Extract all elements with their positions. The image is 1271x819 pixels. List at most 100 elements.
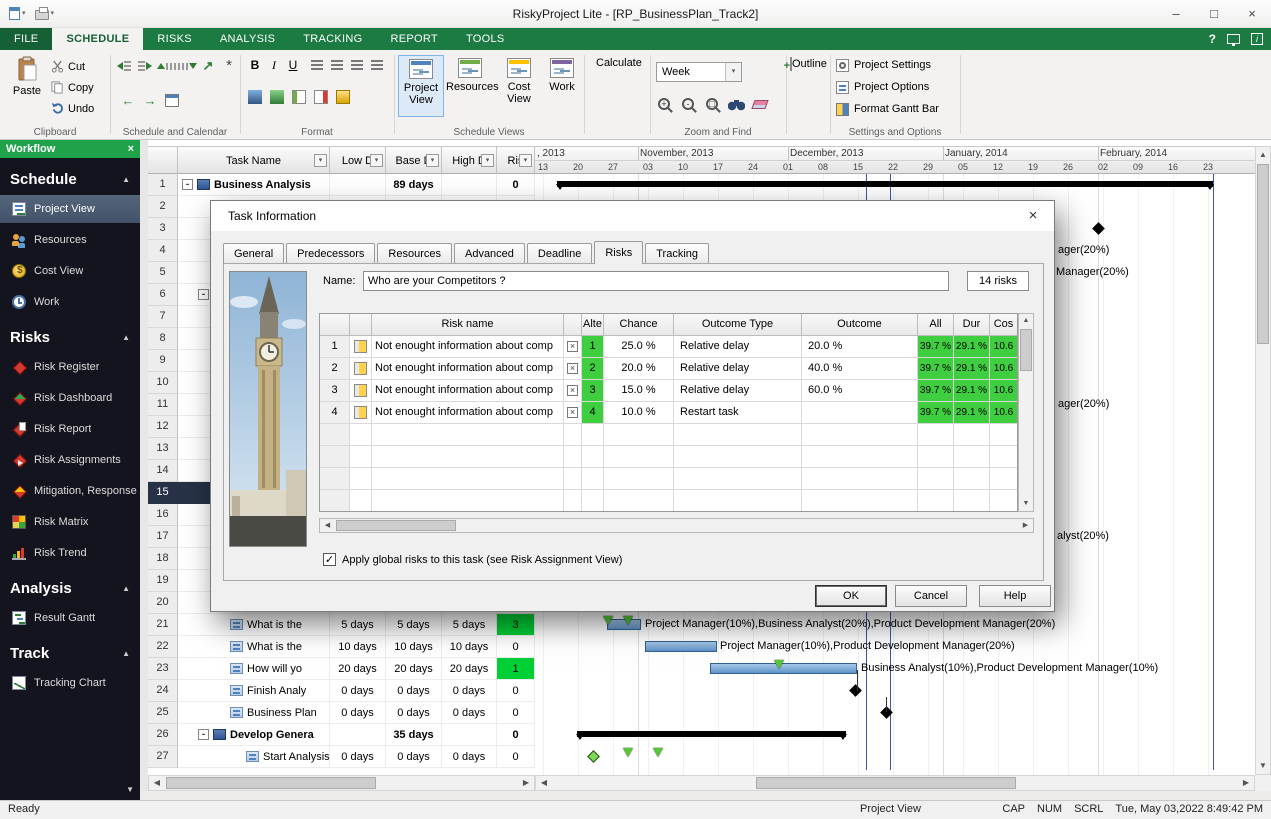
risk-grid-horizontal-scrollbar[interactable]: ◀ ▶ bbox=[319, 518, 1034, 533]
sidebar-section-track[interactable]: Track▲ bbox=[0, 640, 140, 666]
scroll-left-icon[interactable]: ◀ bbox=[320, 519, 335, 532]
row-number[interactable]: 10 bbox=[148, 372, 178, 394]
row-number[interactable]: 11 bbox=[148, 394, 178, 416]
menu-tab-tools[interactable]: TOOLS bbox=[452, 28, 519, 50]
sidebar-item-resources[interactable]: Resources bbox=[0, 226, 140, 254]
task-name-cell[interactable]: How will yo bbox=[178, 658, 330, 680]
row-number[interactable]: 9 bbox=[148, 350, 178, 372]
task-name-cell[interactable]: -Business Analysis bbox=[178, 174, 330, 196]
task-name-cell[interactable]: What is the bbox=[178, 636, 330, 658]
scroll-up-icon[interactable]: ▲ bbox=[1019, 314, 1033, 328]
high-duration-cell[interactable] bbox=[442, 174, 497, 196]
task-name-cell[interactable]: Start Analysis bbox=[178, 746, 330, 768]
row-number[interactable]: 4 bbox=[148, 240, 178, 262]
menu-tab-file[interactable]: FILE bbox=[0, 28, 52, 50]
row-number[interactable]: 26 bbox=[148, 724, 178, 746]
align-right-button[interactable] bbox=[348, 56, 366, 74]
sidebar-item-risk-dashboard[interactable]: Risk Dashboard bbox=[0, 384, 140, 412]
summary-bar[interactable] bbox=[577, 731, 846, 737]
resources-view-button[interactable]: Resources bbox=[446, 55, 494, 117]
sidebar-item-project-view[interactable]: Project View bbox=[0, 195, 140, 223]
filter-dropdown-icon[interactable]: ▾ bbox=[426, 154, 439, 167]
find-button[interactable] bbox=[726, 94, 746, 114]
row-number[interactable]: 15 bbox=[148, 482, 178, 504]
risk-grid-vertical-scrollbar[interactable]: ▲ ▼ bbox=[1018, 313, 1034, 512]
menu-tab-tracking[interactable]: TRACKING bbox=[289, 28, 376, 50]
calculate-button[interactable]: Calculate bbox=[596, 54, 638, 118]
risks-cell[interactable]: 0 bbox=[497, 746, 535, 768]
cell-shading-button[interactable] bbox=[334, 88, 352, 106]
task-name-cell[interactable]: -Develop Genera bbox=[178, 724, 330, 746]
column-header-high-d[interactable]: High D▾ bbox=[442, 147, 497, 175]
chevron-down-icon[interactable]: ▾ bbox=[725, 63, 741, 81]
low-duration-cell[interactable]: 0 days bbox=[330, 746, 386, 768]
outcome-cell[interactable]: 40.0 % bbox=[802, 358, 918, 380]
collapse-icon[interactable]: - bbox=[182, 179, 193, 190]
sidebar-item-risk-register[interactable]: Risk Register bbox=[0, 353, 140, 381]
menu-tab-risks[interactable]: RISKS bbox=[143, 28, 206, 50]
grid-column-header-chance[interactable]: Chance bbox=[604, 314, 674, 336]
sidebar-item-risk-trend[interactable]: Risk Trend bbox=[0, 539, 140, 567]
monitor-icon[interactable] bbox=[1227, 34, 1240, 44]
row-number[interactable]: 21 bbox=[148, 614, 178, 636]
outcome-type-cell[interactable]: Relative delay bbox=[674, 358, 802, 380]
grid-column-header-alte[interactable]: Alte bbox=[582, 314, 604, 336]
previous-button[interactable]: ← bbox=[118, 90, 138, 110]
collapse-icon[interactable]: - bbox=[198, 729, 209, 740]
task-name-input[interactable]: Who are your Competitors ? bbox=[363, 271, 949, 291]
base-duration-cell[interactable]: 10 days bbox=[386, 636, 442, 658]
row-number[interactable]: 20 bbox=[148, 592, 178, 614]
risk-name-cell[interactable]: Not enought information about comp bbox=[372, 380, 564, 402]
task-bar[interactable] bbox=[645, 641, 717, 652]
scroll-right-icon[interactable]: ▶ bbox=[518, 776, 534, 790]
insert-task-button[interactable]: * bbox=[219, 56, 239, 76]
base-duration-cell[interactable]: 5 days bbox=[386, 614, 442, 636]
filter-dropdown-icon[interactable]: ▾ bbox=[481, 154, 494, 167]
risks-cell[interactable]: 0 bbox=[497, 724, 535, 746]
filter-dropdown-icon[interactable]: ▾ bbox=[370, 154, 383, 167]
zoom-in-button[interactable]: + bbox=[654, 94, 674, 114]
column-header-ris[interactable]: Ris▾ bbox=[497, 147, 535, 175]
menu-tab-report[interactable]: REPORT bbox=[377, 28, 452, 50]
high-duration-cell[interactable]: 0 days bbox=[442, 680, 497, 702]
sidebar-item-risk-assignments[interactable]: Risk Assignments bbox=[0, 446, 140, 474]
risk-name-cell[interactable]: Not enought information about comp bbox=[372, 358, 564, 380]
help-icon[interactable]: ? bbox=[1209, 32, 1216, 46]
bold-button[interactable]: B bbox=[246, 56, 264, 74]
paste-button[interactable]: Paste bbox=[6, 54, 48, 118]
grid-column-header-dur[interactable]: Dur bbox=[954, 314, 990, 336]
row-number[interactable]: 13 bbox=[148, 438, 178, 460]
delete-risk-icon[interactable]: × bbox=[567, 385, 578, 396]
grid-row-number[interactable]: 2 bbox=[320, 358, 350, 380]
info-icon[interactable]: i bbox=[1251, 33, 1263, 45]
sidebar-item-work[interactable]: Work bbox=[0, 288, 140, 316]
grid-row-number[interactable]: 4 bbox=[320, 402, 350, 424]
task-name-cell[interactable]: Business Plan bbox=[178, 702, 330, 724]
work-view-button[interactable]: Work bbox=[544, 55, 580, 117]
grid-column-header-risk-name[interactable]: Risk name bbox=[372, 314, 564, 336]
cut-button[interactable]: Cut bbox=[48, 57, 88, 76]
outcome-type-cell[interactable]: Relative delay bbox=[674, 380, 802, 402]
grid-column-header-all[interactable]: All bbox=[918, 314, 954, 336]
base-duration-cell[interactable]: 0 days bbox=[386, 702, 442, 724]
low-duration-cell[interactable]: 10 days bbox=[330, 636, 386, 658]
checkbox-checked-icon[interactable]: ✓ bbox=[323, 553, 336, 566]
scroll-left-icon[interactable]: ◀ bbox=[536, 776, 552, 790]
low-duration-cell[interactable]: 0 days bbox=[330, 702, 386, 724]
column-header-task-name[interactable]: Task Name▾ bbox=[178, 147, 330, 175]
scroll-down-icon[interactable]: ▼ bbox=[126, 785, 134, 794]
risks-cell[interactable]: 0 bbox=[497, 636, 535, 658]
row-number[interactable]: 14 bbox=[148, 460, 178, 482]
link-tasks-button[interactable]: ↗ bbox=[198, 56, 218, 76]
sidebar-item-cost-view[interactable]: Cost View bbox=[0, 257, 140, 285]
task-name-cell[interactable]: What is the bbox=[178, 614, 330, 636]
panel-splitter[interactable] bbox=[140, 140, 148, 800]
cancel-button[interactable]: Cancel bbox=[895, 585, 967, 607]
dialog-tab-risks[interactable]: Risks bbox=[594, 241, 643, 264]
cost-view-view-button[interactable]: Cost View bbox=[496, 55, 542, 117]
column-header-base-d[interactable]: Base D▾ bbox=[386, 147, 442, 175]
grid-row-number[interactable]: 1 bbox=[320, 336, 350, 358]
low-duration-cell[interactable] bbox=[330, 174, 386, 196]
dialog-tab-general[interactable]: General bbox=[223, 243, 284, 264]
chance-cell[interactable]: 10.0 % bbox=[604, 402, 674, 424]
